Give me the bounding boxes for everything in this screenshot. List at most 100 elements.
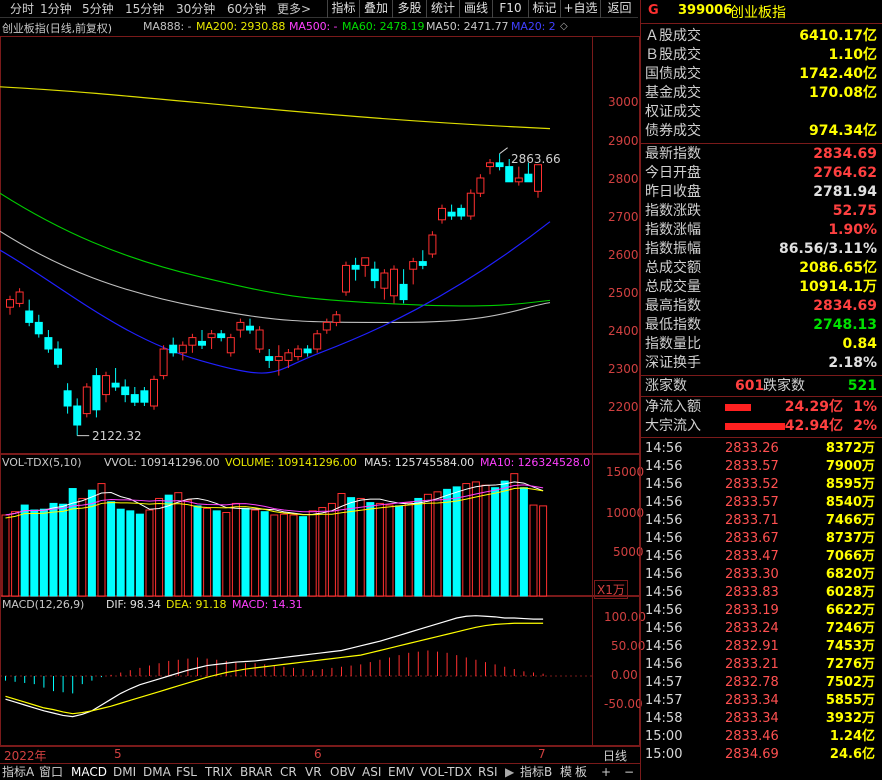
tick-time: 15:00 bbox=[645, 747, 683, 762]
tick-time: 14:56 bbox=[645, 459, 683, 474]
quote-label: 总成交量 bbox=[645, 279, 701, 295]
dea-legend: DEA: 91.18 bbox=[166, 598, 227, 611]
candle-body bbox=[188, 337, 197, 346]
volume-bar bbox=[145, 509, 154, 597]
candle-body bbox=[476, 177, 485, 194]
tick-time: 14:56 bbox=[645, 603, 683, 618]
tick-volume: 7466万 bbox=[825, 513, 875, 528]
period-tab-fenshi[interactable]: 分时 bbox=[10, 1, 34, 17]
volume-bar bbox=[366, 502, 375, 597]
candle-body bbox=[255, 329, 264, 350]
volume-bar bbox=[193, 505, 202, 597]
price-axis-2500: 2500 bbox=[608, 286, 639, 300]
quote-row: 今日开盘 2764.62 bbox=[645, 164, 877, 183]
statistics-button[interactable]: 统计 bbox=[426, 0, 459, 18]
multi-stock-button[interactable]: 多股 bbox=[392, 0, 426, 18]
tick-row: 14:56 2833.83 6028万 bbox=[645, 584, 877, 602]
tab-indicator-b[interactable]: 指标B bbox=[520, 764, 552, 780]
tab-cr[interactable]: CR bbox=[280, 764, 297, 780]
tab-template[interactable]: 模 bbox=[560, 764, 572, 780]
axis-divider bbox=[592, 36, 593, 746]
flow-bar bbox=[725, 404, 751, 411]
collapse-icon[interactable]: ◇ bbox=[560, 21, 568, 32]
period-tab-30min[interactable]: 30分钟 bbox=[176, 1, 215, 17]
tick-time: 14:57 bbox=[645, 693, 683, 708]
overlay-button[interactable]: 叠加 bbox=[359, 0, 392, 18]
volume-bar bbox=[318, 507, 327, 597]
period-label[interactable]: 日线 bbox=[603, 747, 627, 764]
tab-dmi[interactable]: DMI bbox=[113, 764, 136, 780]
period-tab-1min[interactable]: 1分钟 bbox=[40, 1, 72, 17]
tab-scroll-right-icon[interactable]: ▶ bbox=[505, 764, 514, 780]
tab-trix[interactable]: TRIX bbox=[205, 764, 232, 780]
tab-asi[interactable]: ASI bbox=[362, 764, 381, 780]
tab-window[interactable]: 窗口 bbox=[39, 764, 63, 780]
tick-row: 14:56 2833.67 8737万 bbox=[645, 530, 877, 548]
tick-row: 14:56 2833.24 7246万 bbox=[645, 620, 877, 638]
candle-body bbox=[92, 375, 101, 411]
tick-price: 2832.91 bbox=[725, 639, 779, 654]
tab-vol-tdx[interactable]: VOL-TDX bbox=[420, 764, 472, 780]
tab-indicator-a[interactable]: 指标A bbox=[2, 764, 34, 780]
ma200-line bbox=[0, 86, 551, 130]
tab-dma[interactable]: DMA bbox=[143, 764, 171, 780]
period-tab-15min[interactable]: 15分钟 bbox=[125, 1, 164, 17]
tab-macd[interactable]: MACD bbox=[71, 764, 107, 780]
mark-button[interactable]: 标记 bbox=[528, 0, 560, 18]
tab-vr[interactable]: VR bbox=[305, 764, 322, 780]
macd-axis-0: 0.00 bbox=[611, 668, 638, 682]
tab-obv[interactable]: OBV bbox=[330, 764, 356, 780]
candle-body bbox=[495, 162, 504, 168]
volume-bar bbox=[107, 501, 116, 597]
turnover-row: 权证成交 bbox=[645, 103, 877, 122]
volume-bar bbox=[231, 502, 240, 597]
candle-body bbox=[313, 333, 322, 350]
tick-row: 15:00 2833.46 1.24亿 bbox=[645, 728, 877, 746]
kline-chart[interactable] bbox=[0, 36, 592, 746]
quote-row: 总成交额 2086.65亿 bbox=[645, 259, 877, 278]
volume-bar bbox=[337, 492, 346, 597]
quote-label: 昨日收盘 bbox=[645, 184, 701, 200]
back-button[interactable]: 返回 bbox=[600, 0, 638, 18]
ma888-legend: MA888: - bbox=[143, 20, 192, 33]
period-tab-60min[interactable]: 60分钟 bbox=[227, 1, 266, 17]
turnover-row: 债券成交 974.34亿 bbox=[645, 122, 877, 141]
volume-bar bbox=[203, 507, 212, 597]
volume-bar bbox=[471, 481, 480, 597]
more-periods-button[interactable]: 更多> bbox=[277, 1, 311, 17]
candle-body bbox=[342, 264, 350, 293]
volume-bar bbox=[78, 497, 87, 597]
quote-row: 深证换手 2.18% bbox=[645, 354, 877, 373]
ma200-legend: MA200: 2930.88 bbox=[196, 20, 286, 33]
tick-volume: 6028万 bbox=[825, 585, 875, 600]
tick-volume: 6622万 bbox=[825, 603, 875, 618]
volume-bar bbox=[500, 480, 509, 597]
candle-body bbox=[44, 337, 53, 350]
candle-body bbox=[514, 177, 523, 183]
turnover-label: 国债成交 bbox=[645, 66, 701, 82]
f10-button[interactable]: F10 bbox=[492, 0, 528, 18]
tab-fsl[interactable]: FSL bbox=[176, 764, 197, 780]
ma60-legend: MA60: 2478.19 bbox=[342, 20, 425, 33]
quote-value: 2834.69 bbox=[813, 298, 877, 314]
turnover-row: Ａ股成交 6410.17亿 bbox=[645, 27, 877, 46]
tab-board[interactable]: 板 bbox=[575, 764, 587, 780]
candle-body bbox=[207, 333, 216, 339]
candle-body bbox=[466, 192, 475, 217]
draw-line-button[interactable]: 画线 bbox=[459, 0, 492, 18]
period-tab-5min[interactable]: 5分钟 bbox=[82, 1, 114, 17]
tick-price: 2833.52 bbox=[725, 477, 779, 492]
add-watchlist-button[interactable]: +自选 bbox=[560, 0, 600, 18]
tab-brar[interactable]: BRAR bbox=[240, 764, 273, 780]
tab-emv[interactable]: EMV bbox=[388, 764, 414, 780]
candle-body bbox=[159, 348, 168, 377]
quote-row: 指数振幅 86.56/3.11% bbox=[645, 240, 877, 259]
turnover-row: 国债成交 1742.40亿 bbox=[645, 65, 877, 84]
tick-volume: 24.6亿 bbox=[829, 747, 875, 762]
zoom-in-button[interactable]: + bbox=[601, 764, 611, 780]
tab-rsi[interactable]: RSI bbox=[478, 764, 498, 780]
macd-axis-neg50: -50.00 bbox=[604, 697, 643, 711]
zoom-out-button[interactable]: − bbox=[624, 764, 634, 780]
indicator-button[interactable]: 指标 bbox=[327, 0, 359, 18]
candle-body bbox=[246, 325, 254, 331]
